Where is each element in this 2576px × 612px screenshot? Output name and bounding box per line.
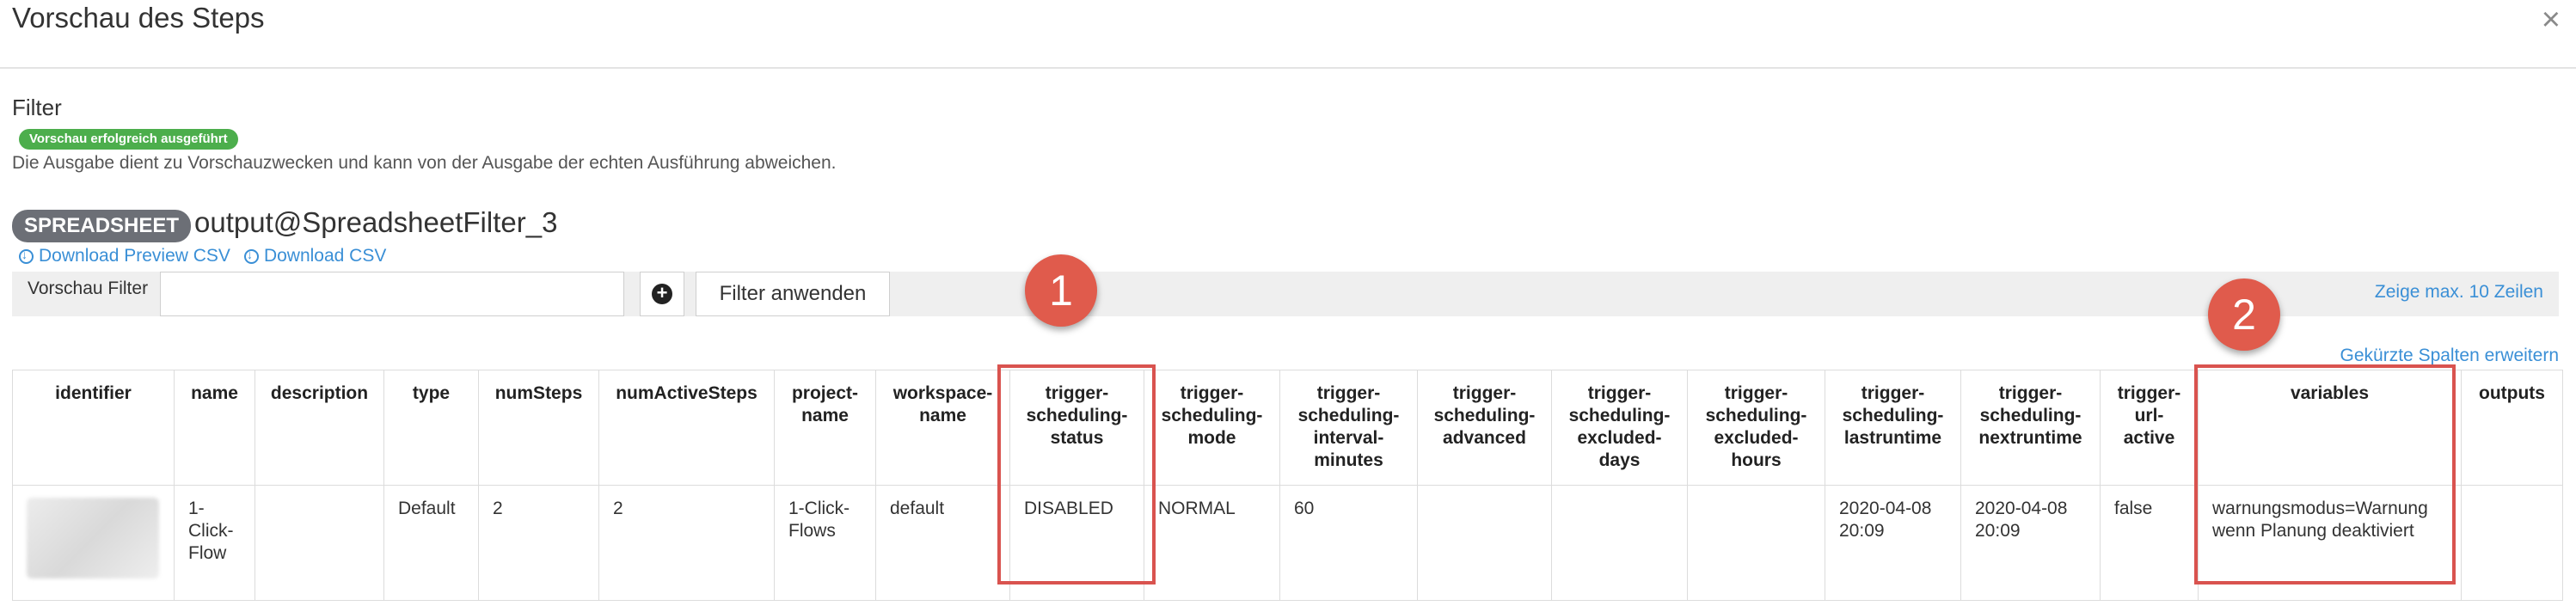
apply-filter-button[interactable]: Filter anwenden	[696, 272, 890, 316]
table-cell: false	[2100, 485, 2199, 601]
highlight-box-status-column	[997, 364, 1156, 584]
table-cell	[255, 485, 384, 601]
table-cell: Default	[383, 485, 479, 601]
annotation-marker-2: 2	[2208, 278, 2280, 351]
table-cell-identifier	[12, 485, 175, 601]
column-header[interactable]: workspace-name	[875, 370, 1010, 486]
download-csv-link[interactable]: Download CSV	[243, 246, 387, 266]
column-header[interactable]: trigger-scheduling-nextruntime	[1960, 370, 2101, 486]
column-header[interactable]: identifier	[12, 370, 175, 486]
preview-table: identifier name description type numStep…	[12, 370, 2563, 601]
output-type-badge: SPREADSHEET	[12, 210, 192, 242]
download-csv-label: Download CSV	[263, 246, 387, 266]
table-cell	[1687, 485, 1825, 601]
table-header-row: identifier name description type numStep…	[12, 370, 2563, 486]
column-header[interactable]: type	[383, 370, 479, 486]
table-cell	[1417, 485, 1552, 601]
highlight-box-variables-column	[2194, 364, 2456, 584]
column-header[interactable]: numActiveSteps	[598, 370, 775, 486]
column-header[interactable]: name	[174, 370, 255, 486]
table-cell	[2461, 485, 2563, 601]
preview-filter-label: Vorschau Filter	[28, 278, 149, 298]
column-header[interactable]: trigger-scheduling-lastruntime	[1825, 370, 1961, 486]
column-header[interactable]: trigger-url-active	[2100, 370, 2199, 486]
table-row: 1-Click-Flow Default 2 2 1-Click-Flows d…	[12, 485, 2563, 601]
table-cell: 2020-04-08 20:09	[1960, 485, 2101, 601]
column-header[interactable]: trigger-scheduling-mode	[1144, 370, 1280, 486]
table-cell: 2	[598, 485, 775, 601]
column-header[interactable]: numSteps	[478, 370, 599, 486]
column-header[interactable]: project-name	[774, 370, 876, 486]
table-cell	[1551, 485, 1688, 601]
output-name: output@SpreadsheetFilter_3	[194, 206, 558, 238]
table-cell: default	[875, 485, 1010, 601]
table-cell: NORMAL	[1144, 485, 1280, 601]
column-header[interactable]: trigger-scheduling-interval-minutes	[1279, 370, 1418, 486]
download-icon	[243, 248, 259, 264]
plus-icon: +	[652, 284, 672, 304]
download-preview-csv-link[interactable]: Download Preview CSV	[19, 246, 230, 266]
filter-heading: Filter	[12, 95, 62, 120]
table-cell: 2	[478, 485, 599, 601]
table-cell: 2020-04-08 20:09	[1825, 485, 1961, 601]
column-header[interactable]: trigger-scheduling-excluded-hours	[1687, 370, 1825, 486]
close-icon[interactable]: ×	[2542, 3, 2561, 36]
column-header[interactable]: trigger-scheduling-excluded-days	[1551, 370, 1688, 486]
table-cell: 1-Click-Flow	[174, 485, 255, 601]
annotation-marker-1: 1	[1025, 254, 1097, 327]
column-header[interactable]: description	[255, 370, 384, 486]
table-cell: 60	[1279, 485, 1418, 601]
modal-header: Vorschau des Steps ×	[0, 0, 2576, 69]
table-cell: 1-Click-Flows	[774, 485, 876, 601]
download-icon	[19, 248, 34, 264]
info-text: Die Ausgabe dient zu Vorschauzwecken und…	[12, 153, 837, 173]
modal-title: Vorschau des Steps	[12, 2, 265, 34]
add-filter-button[interactable]: +	[640, 272, 684, 316]
blurred-identifier	[27, 498, 159, 578]
download-links: Download Preview CSV Download CSV	[19, 246, 386, 266]
preview-filter-bar: Vorschau Filter + Filter anwenden Zeige …	[12, 272, 2559, 316]
success-badge: Vorschau erfolgreich ausgeführt	[19, 129, 238, 150]
expand-columns-link[interactable]: Gekürzte Spalten erweitern	[2340, 346, 2559, 366]
download-preview-csv-label: Download Preview CSV	[39, 246, 230, 266]
max-rows-link[interactable]: Zeige max. 10 Zeilen	[2375, 282, 2543, 303]
column-header[interactable]: outputs	[2461, 370, 2563, 486]
column-header[interactable]: trigger-scheduling-advanced	[1417, 370, 1552, 486]
preview-filter-input[interactable]	[160, 272, 624, 316]
